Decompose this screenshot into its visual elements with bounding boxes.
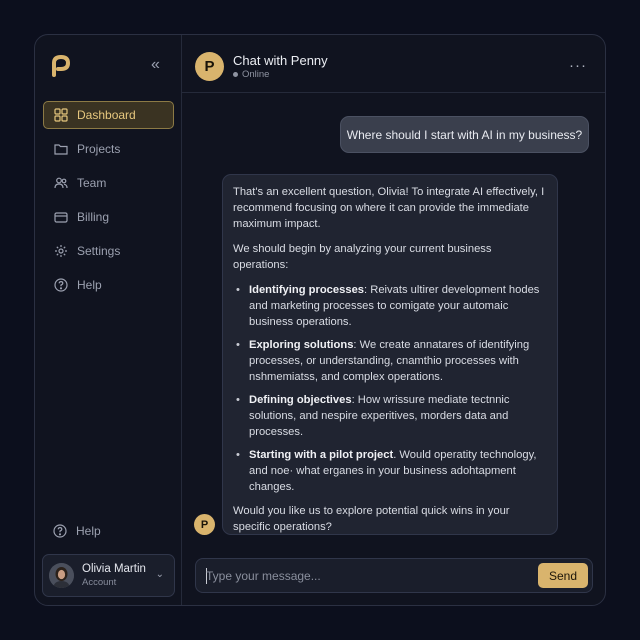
logo-icon [52,55,71,77]
sidebar-item-label: Team [77,176,107,190]
sidebar-item-settings[interactable]: Settings [43,237,174,265]
app-window: « Dashboard Projects Team Billing Settin… [34,34,606,606]
chat-title: Chat with Penny [233,53,328,68]
bot-list: Identifying processes: Reivats ultirer d… [233,282,547,495]
list-item: Exploring solutions: We create annatares… [233,337,547,385]
user-message: Where should I start with AI in my busin… [340,116,589,153]
message-input[interactable] [206,567,526,585]
sidebar-item-dashboard[interactable]: Dashboard [43,101,174,129]
chevron-down-icon: ⌄ [155,569,164,580]
user-account-menu[interactable]: Olivia Martin Account ⌄ [42,554,175,597]
avatar [49,563,74,588]
chat-header: P Chat with Penny Online ··· [182,35,605,93]
sidebar-nav: Dashboard Projects Team Billing Settings… [43,101,174,305]
chat-panel: P Chat with Penny Online ··· Where shoul… [182,35,605,605]
bot-message-avatar: P [194,514,215,535]
status-text: Online [242,69,270,80]
folder-icon [54,144,68,155]
card-icon [54,212,68,223]
status-indicator: Online [233,69,269,80]
sidebar-item-team[interactable]: Team [43,169,174,197]
sidebar-item-projects[interactable]: Projects [43,135,174,163]
help-icon [54,278,68,292]
sidebar-item-label: Projects [77,142,121,156]
list-item: Identifying processes: Reivats ultirer d… [233,282,547,330]
send-button[interactable]: Send [538,563,588,588]
help-link[interactable]: Help [53,524,101,538]
help-label: Help [76,524,101,538]
bot-closing: Would you like us to explore potential q… [233,505,510,533]
message-composer: Send [195,558,593,593]
list-item: Defining objectives: How wrissure mediat… [233,392,547,440]
status-dot-icon [233,72,238,77]
dashboard-icon [54,108,68,122]
team-icon [54,177,68,189]
sidebar: « Dashboard Projects Team Billing Settin… [35,35,182,605]
sidebar-item-billing[interactable]: Billing [43,203,174,231]
collapse-sidebar-icon[interactable]: « [151,57,160,73]
bot-intro: That's an excellent question, Olivia! To… [233,186,545,230]
user-role: Account [82,577,117,588]
gear-icon [55,245,67,257]
sidebar-item-help[interactable]: Help [43,271,174,299]
sidebar-item-label: Billing [77,210,110,224]
sidebar-item-label: Settings [77,244,121,258]
more-options-icon[interactable]: ··· [569,57,587,74]
bot-avatar: P [195,52,224,81]
sidebar-item-label: Help [77,278,102,292]
bot-message: That's an excellent question, Olivia! To… [222,174,558,535]
help-icon [53,524,67,538]
user-name: Olivia Martin [82,563,146,575]
bot-lead: We should begin by analyzing your curren… [233,243,492,271]
sidebar-item-label: Dashboard [77,108,136,122]
list-item: Starting with a pilot project. Would ope… [233,447,547,495]
